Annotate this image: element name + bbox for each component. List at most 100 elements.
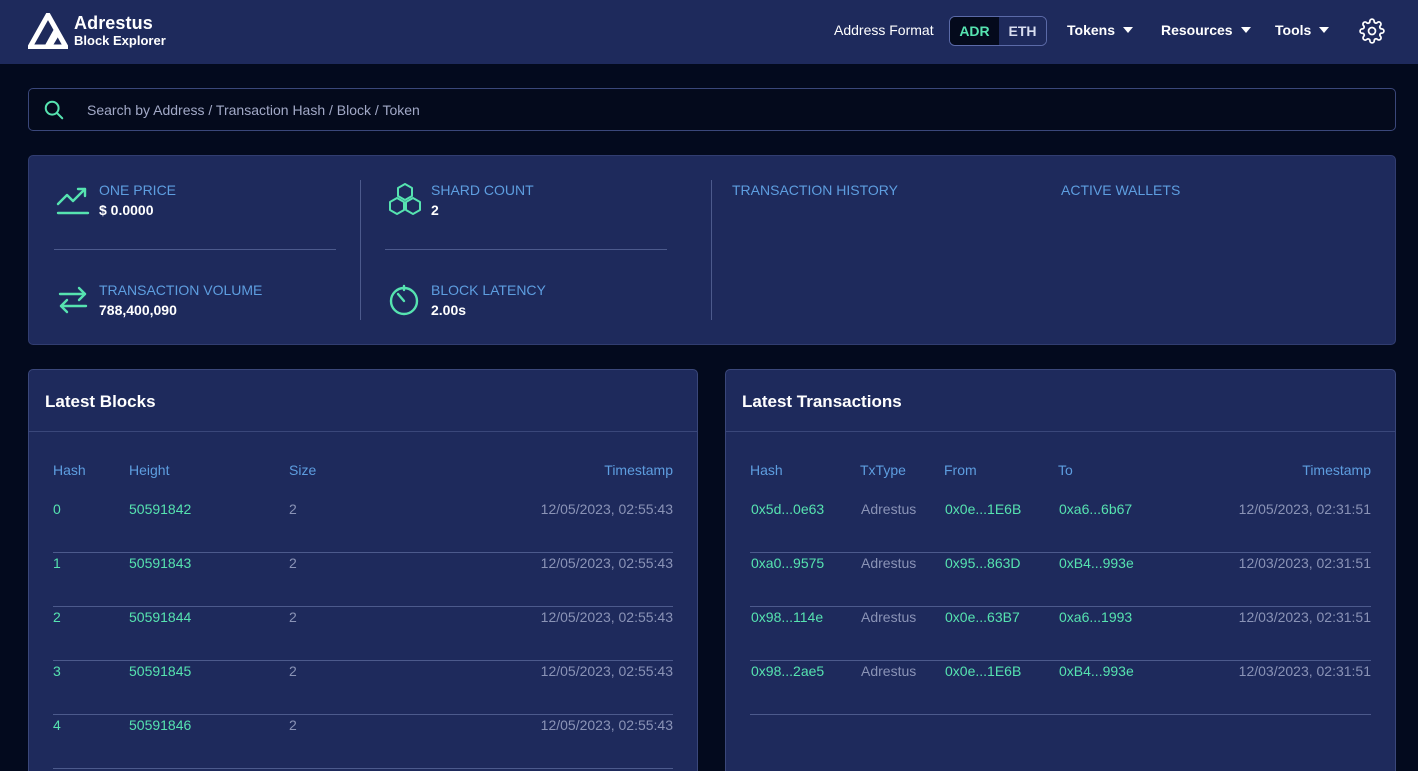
divider xyxy=(360,180,361,320)
latest-transactions-title: Latest Transactions xyxy=(742,392,902,411)
column-header-height: Height xyxy=(129,462,170,478)
tx-timestamp: 12/03/2023, 02:31:51 xyxy=(1238,609,1371,625)
latest-blocks-card: Latest Blocks Hash Height Size Timestamp… xyxy=(28,369,698,771)
divider xyxy=(54,249,336,250)
tx-type: Adrestus xyxy=(861,555,917,571)
shard-count-value: 2 xyxy=(431,202,439,218)
block-hash-link[interactable]: 0 xyxy=(53,501,61,517)
tx-timestamp: 12/03/2023, 02:31:51 xyxy=(1238,663,1371,679)
column-header-size: Size xyxy=(289,462,317,478)
stat-shard-count: SHARD COUNT 2 xyxy=(387,182,534,219)
address-format-toggle: ADR ETH xyxy=(949,16,1047,46)
format-option-adr[interactable]: ADR xyxy=(950,17,999,45)
column-header-txtype: TxType xyxy=(860,462,906,478)
tx-type: Adrestus xyxy=(861,501,917,517)
block-timestamp: 12/05/2023, 02:55:43 xyxy=(540,501,673,517)
divider xyxy=(29,431,697,432)
block-hash-link[interactable]: 3 xyxy=(53,663,61,679)
block-height-link[interactable]: 50591844 xyxy=(129,609,191,625)
swap-arrows-icon xyxy=(58,286,88,314)
tx-timestamp: 12/05/2023, 02:31:51 xyxy=(1238,501,1371,517)
block-timestamp: 12/05/2023, 02:55:43 xyxy=(540,555,673,571)
tx-from-link[interactable]: 0x95...863D xyxy=(945,555,1021,571)
column-header-timestamp: Timestamp xyxy=(1302,462,1371,478)
block-height-link[interactable]: 50591842 xyxy=(129,501,191,517)
format-option-eth[interactable]: ETH xyxy=(998,17,1046,45)
block-hash-link[interactable]: 2 xyxy=(53,609,61,625)
nav-tools-label: Tools xyxy=(1275,22,1312,38)
transaction-volume-value: 788,400,090 xyxy=(99,302,177,318)
block-latency-label: BLOCK LATENCY xyxy=(431,282,546,298)
stats-panel: ONE PRICE $ 0.0000 TRANSACTION VOLUME 78… xyxy=(28,155,1396,345)
block-timestamp: 12/05/2023, 02:55:43 xyxy=(540,717,673,733)
tx-hash-link[interactable]: 0x5d...0e63 xyxy=(751,501,824,517)
column-header-hash: Hash xyxy=(53,462,86,478)
divider xyxy=(726,431,1395,432)
nav-tokens-label: Tokens xyxy=(1067,22,1115,38)
tx-to-link[interactable]: 0xa6...6b67 xyxy=(1059,501,1132,517)
block-size: 2 xyxy=(289,717,297,733)
nav-resources[interactable]: Resources xyxy=(1161,22,1251,38)
transaction-volume-label: TRANSACTION VOLUME xyxy=(99,282,263,298)
divider xyxy=(711,180,712,320)
shard-count-label: SHARD COUNT xyxy=(431,182,534,198)
chevron-down-icon xyxy=(1122,27,1133,33)
logo[interactable]: Adrestus Block Explorer xyxy=(28,13,166,49)
nav-tokens[interactable]: Tokens xyxy=(1067,22,1133,38)
tx-type: Adrestus xyxy=(861,663,917,679)
stat-transaction-volume: TRANSACTION VOLUME 788,400,090 xyxy=(55,282,262,319)
table-row: 1 50591843 2 12/05/2023, 02:55:43 xyxy=(53,553,673,607)
table-row: 0x98...2ae5 Adrestus 0x0e...1E6B 0xB4...993… xyxy=(750,661,1371,715)
block-size: 2 xyxy=(289,555,297,571)
block-height-link[interactable]: 50591845 xyxy=(129,663,191,679)
timer-icon xyxy=(389,284,419,316)
logo-title: Adrestus xyxy=(74,13,153,33)
column-header-timestamp: Timestamp xyxy=(604,462,673,478)
logo-subtitle: Block Explorer xyxy=(74,33,166,48)
block-timestamp: 12/05/2023, 02:55:43 xyxy=(540,609,673,625)
stat-one-price: ONE PRICE $ 0.0000 xyxy=(55,182,176,219)
tx-to-link[interactable]: 0xB4...993e xyxy=(1059,663,1134,679)
stat-block-latency: BLOCK LATENCY 2.00s xyxy=(387,282,546,319)
table-row: 3 50591845 2 12/05/2023, 02:55:43 xyxy=(53,661,673,715)
latest-transactions-card: Latest Transactions Hash TxType From To … xyxy=(725,369,1396,771)
tx-to-link[interactable]: 0xB4...993e xyxy=(1059,555,1134,571)
nav-resources-label: Resources xyxy=(1161,22,1233,38)
column-header-to: To xyxy=(1058,462,1073,478)
chevron-down-icon xyxy=(1240,27,1251,33)
block-height-link[interactable]: 50591846 xyxy=(129,717,191,733)
block-height-link[interactable]: 50591843 xyxy=(129,555,191,571)
block-hash-link[interactable]: 4 xyxy=(53,717,61,733)
block-size: 2 xyxy=(289,663,297,679)
one-price-value: $ 0.0000 xyxy=(99,202,154,218)
latest-blocks-title: Latest Blocks xyxy=(45,392,156,411)
nav-tools[interactable]: Tools xyxy=(1275,22,1330,38)
divider xyxy=(385,249,667,250)
table-row: 0x5d...0e63 Adrestus 0x0e...1E6B 0xa6...6b6… xyxy=(750,499,1371,553)
block-timestamp: 12/05/2023, 02:55:43 xyxy=(540,663,673,679)
column-header-from: From xyxy=(944,462,977,478)
search-input[interactable] xyxy=(87,89,1377,130)
tx-hash-link[interactable]: 0xa0...9575 xyxy=(751,555,824,571)
chevron-down-icon xyxy=(1319,27,1330,33)
block-hash-link[interactable]: 1 xyxy=(53,555,61,571)
tx-to-link[interactable]: 0xa6...1993 xyxy=(1059,609,1132,625)
table-row: 0x98...114e Adrestus 0x0e...63B7 0xa6...199… xyxy=(750,607,1371,661)
table-row: 4 50591846 2 12/05/2023, 02:55:43 xyxy=(53,715,673,769)
table-row: 0xa0...9575 Adrestus 0x95...863D 0xB4...993… xyxy=(750,553,1371,607)
tx-hash-link[interactable]: 0x98...2ae5 xyxy=(751,663,824,679)
cubes-icon xyxy=(389,183,421,215)
tx-from-link[interactable]: 0x0e...1E6B xyxy=(945,663,1021,679)
search-bar xyxy=(28,88,1396,131)
block-size: 2 xyxy=(289,609,297,625)
adrestus-logo-icon xyxy=(28,13,68,49)
tx-from-link[interactable]: 0x0e...63B7 xyxy=(945,609,1020,625)
tx-hash-link[interactable]: 0x98...114e xyxy=(751,609,823,625)
gear-icon[interactable] xyxy=(1359,18,1385,44)
table-row: 2 50591844 2 12/05/2023, 02:55:43 xyxy=(53,607,673,661)
tx-from-link[interactable]: 0x0e...1E6B xyxy=(945,501,1021,517)
trending-up-icon xyxy=(56,187,90,215)
transaction-history-title: TRANSACTION HISTORY xyxy=(732,182,898,198)
address-format-label: Address Format xyxy=(834,22,934,38)
search-icon xyxy=(44,100,64,120)
